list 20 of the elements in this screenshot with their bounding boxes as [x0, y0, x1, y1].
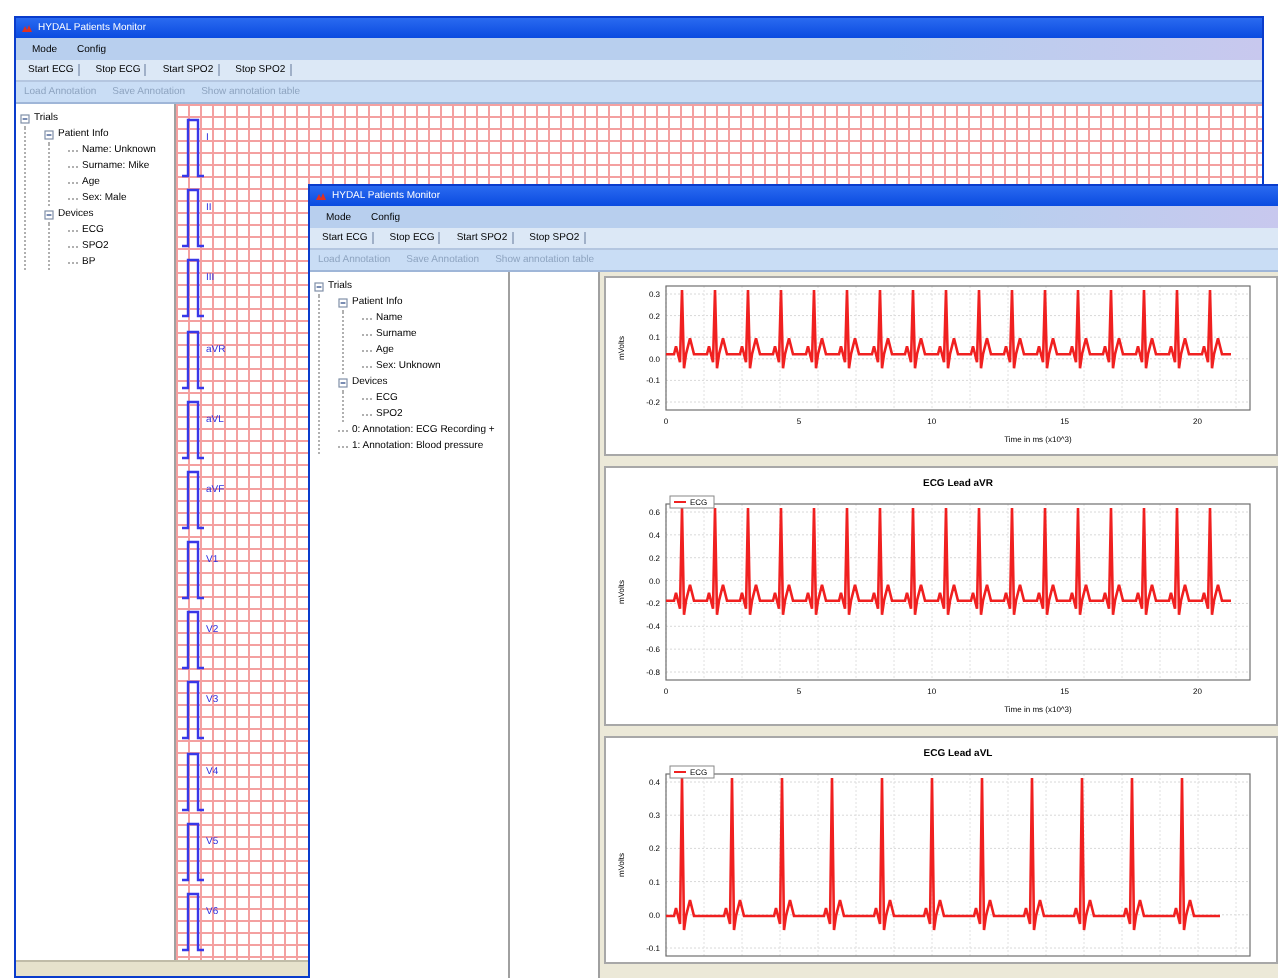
- collapse-icon[interactable]: [44, 209, 54, 219]
- calibration-pulse-icon: [182, 819, 206, 884]
- calibration-pulse-icon: [182, 749, 206, 814]
- calibration-pulse-icon: [182, 116, 206, 180]
- collapse-icon[interactable]: [20, 113, 30, 123]
- collapse-icon[interactable]: [44, 129, 54, 139]
- calibration-pulse-icon: [182, 608, 206, 673]
- calibration-pulse-icon: [182, 186, 206, 251]
- app-icon: [316, 191, 326, 201]
- calibration-pulse-icon: [182, 327, 206, 392]
- calibration-pulse-icon: [182, 889, 206, 954]
- calibration-pulse-icon: [182, 467, 206, 532]
- calibration-pulse-icon: [182, 678, 206, 743]
- calibration-pulse-icon: [182, 397, 206, 462]
- collapse-icon[interactable]: [338, 377, 348, 387]
- calibration-pulse-icon: [182, 538, 206, 603]
- calibration-pulse-icon: [182, 256, 206, 321]
- collapse-icon[interactable]: [338, 297, 348, 307]
- app-icon: [22, 23, 32, 33]
- collapse-icon[interactable]: [314, 281, 324, 291]
